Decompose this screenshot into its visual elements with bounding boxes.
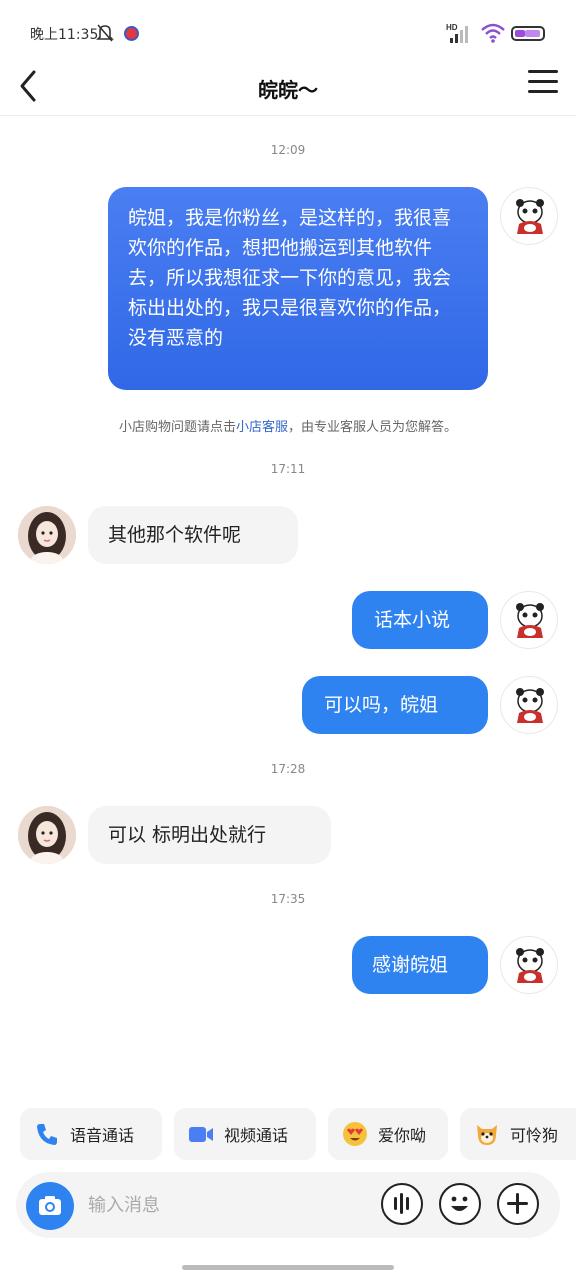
more-options-button[interactable] <box>497 1183 539 1225</box>
my-avatar[interactable] <box>500 936 558 994</box>
shop-service-link[interactable]: 小店客服 <box>236 420 288 435</box>
notice-prefix: 小店购物问题请点击 <box>118 420 236 435</box>
message-bubble-received[interactable]: 可以 标明出处就行 <box>88 806 331 864</box>
timestamp: 17:28 <box>270 762 306 776</box>
my-avatar[interactable] <box>500 187 558 245</box>
signal-icon: HD <box>446 23 468 43</box>
bell-off-icon <box>96 24 114 42</box>
shop-service-notice: 小店购物问题请点击小店客服，由专业客服人员为您解答。 <box>0 416 576 435</box>
panda-avatar-icon <box>516 948 544 983</box>
panda-avatar-icon <box>516 199 544 234</box>
panda-avatar-icon <box>516 688 544 723</box>
video-icon <box>189 1127 213 1142</box>
heart-eyes-emoji-icon <box>343 1122 367 1146</box>
message-bubble-sent[interactable]: 感谢皖姐 <box>352 936 488 994</box>
quick-actions-bar: 语音通话 视频通话 爱你呦 可怜狗 <box>20 1108 576 1160</box>
girl-avatar-icon <box>18 506 76 564</box>
battery-icon <box>511 26 545 41</box>
svg-text:HD: HD <box>446 23 458 32</box>
message-bubble-received[interactable]: 其他那个软件呢 <box>88 506 298 564</box>
timestamp: 12:09 <box>270 143 306 157</box>
chat-header: 皖皖～ <box>0 66 576 116</box>
chip-label: 爱你呦 <box>378 1126 427 1145</box>
page-title: 皖皖～ <box>258 78 318 102</box>
home-indicator[interactable] <box>182 1265 394 1270</box>
timestamp: 17:35 <box>270 892 306 906</box>
status-bar: 晚上11:35 HD <box>0 0 576 66</box>
girl-avatar-icon <box>18 806 76 864</box>
contact-avatar[interactable] <box>18 506 76 564</box>
voice-call-chip[interactable]: 语音通话 <box>20 1108 162 1160</box>
message-input-bar <box>16 1172 560 1238</box>
puppy-emoji-icon <box>477 1125 497 1145</box>
message-bubble-sent[interactable]: 话本小说 <box>352 591 488 649</box>
notification-badge-icon <box>124 26 139 41</box>
notice-suffix: ，由专业客服人员为您解答。 <box>288 420 458 435</box>
phone-icon <box>37 1124 57 1145</box>
plus-icon <box>507 1193 528 1214</box>
chip-label: 可怜狗 <box>510 1126 559 1145</box>
wifi-icon <box>481 23 505 43</box>
voice-wave-icon <box>394 1193 409 1214</box>
contact-avatar[interactable] <box>18 806 76 864</box>
my-avatar[interactable] <box>500 591 558 649</box>
timestamp: 17:11 <box>270 462 306 476</box>
my-avatar[interactable] <box>500 676 558 734</box>
chip-label: 视频通话 <box>224 1126 289 1145</box>
camera-button[interactable] <box>26 1182 74 1230</box>
chip-label: 语音通话 <box>70 1126 135 1145</box>
video-call-chip[interactable]: 视频通话 <box>174 1108 316 1160</box>
smiley-icon <box>451 1196 468 1211</box>
message-input[interactable] <box>88 1190 358 1220</box>
panda-avatar-icon <box>516 603 544 638</box>
pitiful-dog-chip[interactable]: 可怜狗 <box>460 1108 576 1160</box>
message-bubble-sent[interactable]: 皖姐，我是你粉丝，是这样的，我很喜欢你的作品，想把他搬运到其他软件去，所以我想征… <box>108 187 488 390</box>
emoji-button[interactable] <box>439 1183 481 1225</box>
love-you-chip[interactable]: 爱你呦 <box>328 1108 448 1160</box>
menu-icon[interactable] <box>528 70 558 100</box>
voice-input-button[interactable] <box>381 1183 423 1225</box>
camera-icon <box>39 1196 61 1215</box>
message-bubble-sent[interactable]: 可以吗，皖姐 <box>302 676 488 734</box>
status-time: 晚上11:35 <box>30 27 99 43</box>
